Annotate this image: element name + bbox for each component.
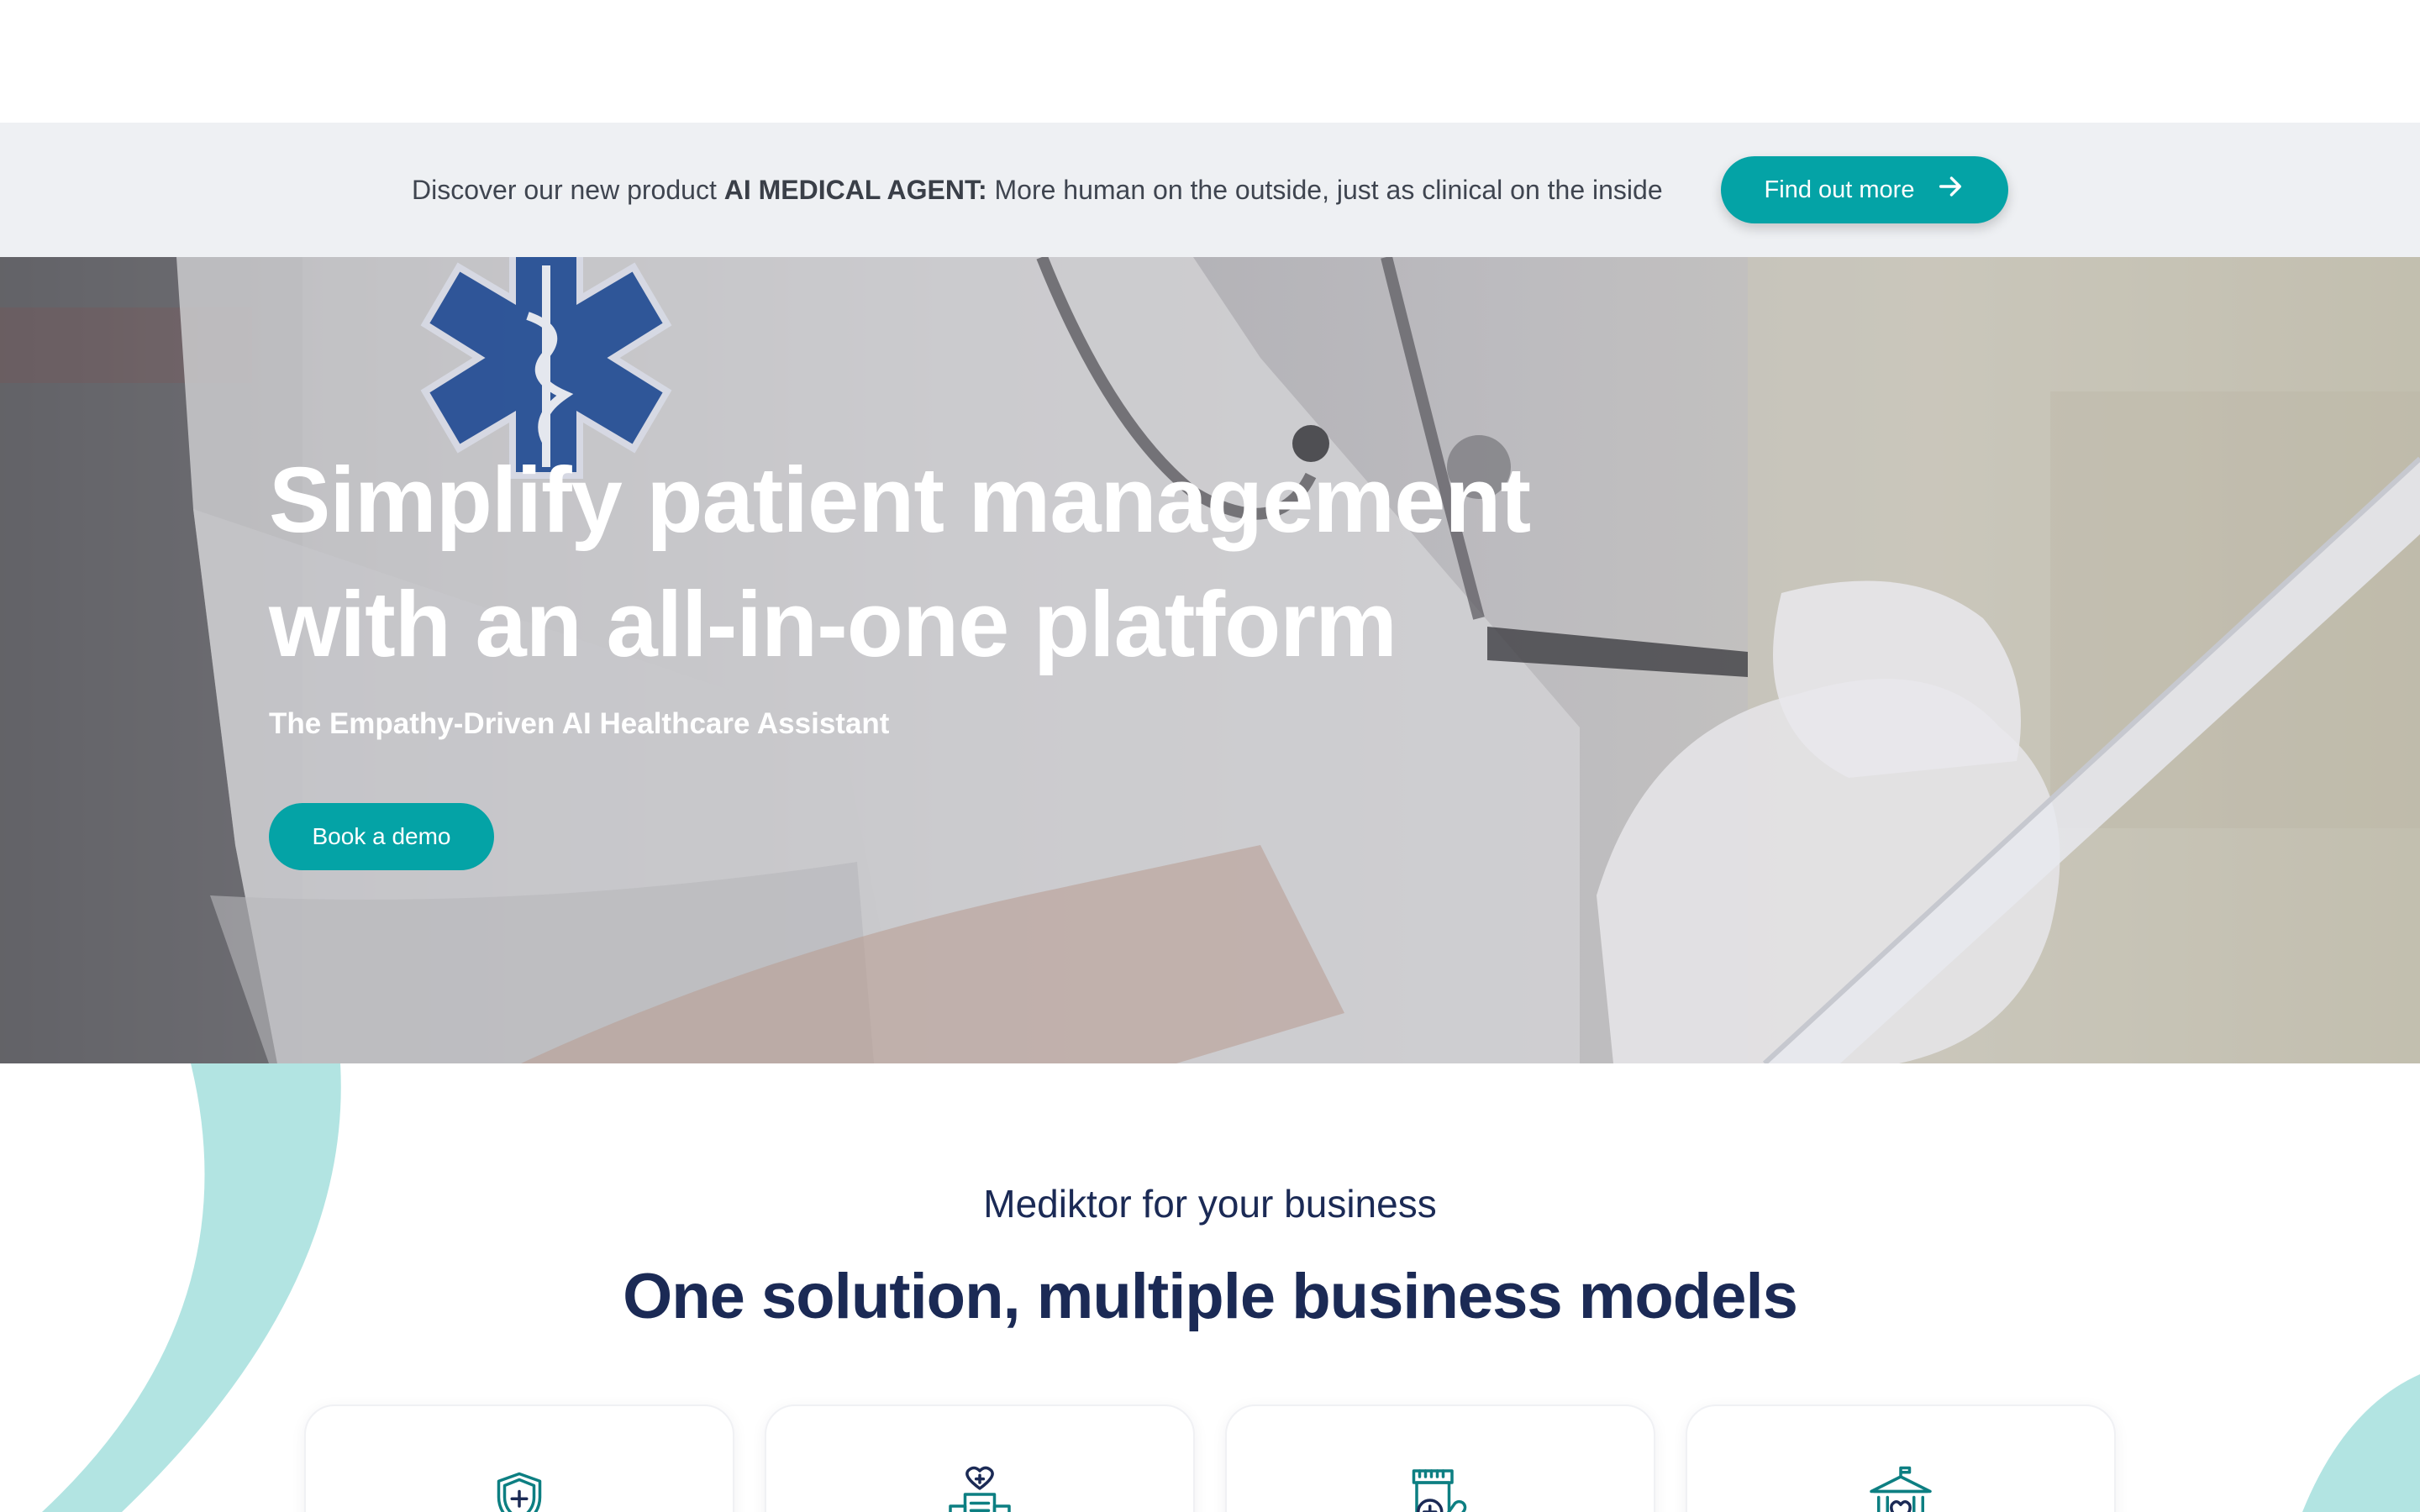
announcement-bar: Discover our new product AI MEDICAL AGEN… xyxy=(0,123,2420,257)
hero-banner: Simplify patient management with an all-… xyxy=(0,257,2420,1063)
find-out-more-button[interactable]: Find out more xyxy=(1721,156,2008,223)
find-out-more-label: Find out more xyxy=(1764,176,1915,203)
business-card-insurance[interactable] xyxy=(304,1404,734,1512)
business-card-hospital[interactable] xyxy=(765,1404,1195,1512)
public-building-icon xyxy=(1865,1465,1936,1512)
hospital-building-icon xyxy=(944,1465,1015,1512)
hero-title: Simplify patient management with an all-… xyxy=(269,438,1697,687)
hero-subtitle: The Empathy-Driven AI Healthcare Assista… xyxy=(269,707,890,740)
shield-plus-icon xyxy=(484,1465,555,1512)
business-card-public-health[interactable] xyxy=(1686,1404,2116,1512)
book-demo-button[interactable]: Book a demo xyxy=(269,803,494,870)
pharmacy-icon xyxy=(1405,1465,1476,1512)
top-header xyxy=(0,0,2420,123)
arrow-right-icon xyxy=(1936,172,1965,207)
announcement-suffix: More human on the outside, just as clini… xyxy=(986,175,1663,205)
announcement-text: Discover our new product AI MEDICAL AGEN… xyxy=(412,123,1663,257)
announcement-product: AI MEDICAL AGENT: xyxy=(723,175,987,205)
hero-title-line-2: with an all-in-one platform xyxy=(269,573,1397,676)
hero-title-line-1: Simplify patient management xyxy=(269,449,1531,552)
business-cards xyxy=(304,1404,2119,1512)
business-models-section: Mediktor for your business One solution,… xyxy=(0,1063,2420,1512)
business-card-pharmacy[interactable] xyxy=(1225,1404,1655,1512)
section-kicker: Mediktor for your business xyxy=(983,1182,1437,1226)
announcement-prefix: Discover our new product xyxy=(412,175,724,205)
section-title: One solution, multiple business models xyxy=(623,1261,1798,1332)
page: Discover our new product AI MEDICAL AGEN… xyxy=(0,0,2420,1512)
